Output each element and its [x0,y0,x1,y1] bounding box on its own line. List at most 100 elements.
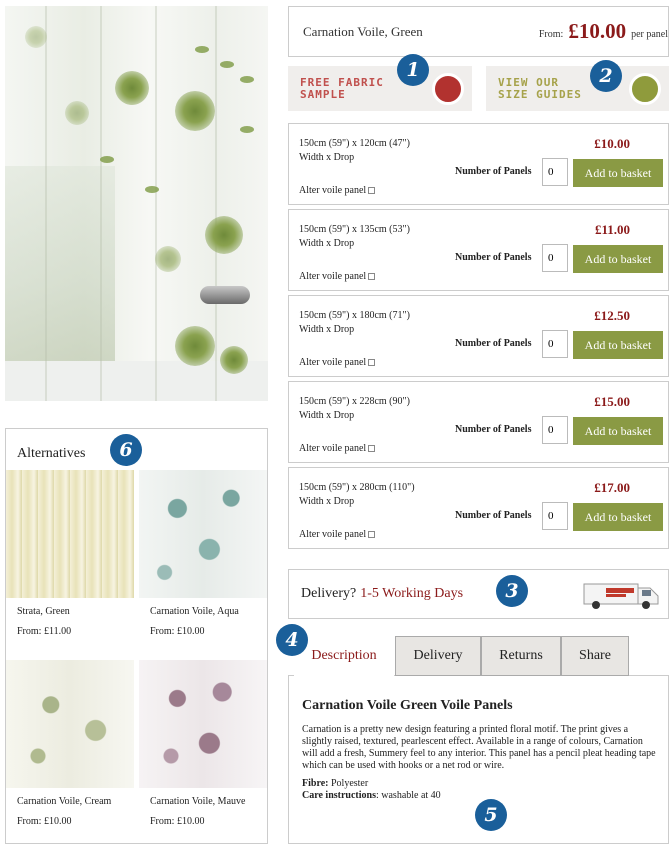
size-dimensions: 150cm (59") x 120cm (47") Width x Drop [299,137,410,165]
width-drop-label: Width x Drop [299,152,355,163]
alternative-item[interactable]: Carnation Voile, Mauve From: £10.00 [139,660,267,827]
size-label: 150cm (59") x 280cm (110") [299,482,415,493]
info-tabs: Description Delivery Returns Share [288,636,669,676]
care-label: Care instructions [302,790,376,801]
size-dimensions: 150cm (59") x 280cm (110") Width x Drop [299,481,415,509]
panel-quantity-input[interactable] [542,502,568,530]
tab-share[interactable]: Share [561,636,629,676]
alternative-name[interactable]: Carnation Voile, Mauve [139,796,267,808]
view-our-label: VIEW OUR [498,75,559,89]
alternative-price: From: £10.00 [150,626,205,637]
alternative-image[interactable] [6,660,134,788]
add-to-basket-button[interactable]: Add to basket [573,417,663,445]
delivery-van-icon [583,583,659,609]
alternative-price: From: £11.00 [17,626,72,637]
alternatives-title: Alternatives [17,446,86,461]
alternative-image[interactable] [139,660,267,788]
step-badge-1: 1 [397,54,429,86]
panel-quantity-input[interactable] [542,330,568,358]
product-name: Carnation Voile, Green [303,23,423,39]
alter-voile-option[interactable]: Alter voile panel [299,443,376,454]
number-of-panels-label: Number of Panels [455,510,532,521]
tape-measure-icon [629,73,661,105]
number-of-panels-label: Number of Panels [455,424,532,435]
delivery-info: Delivery? 1-5 Working Days [288,569,669,619]
per-panel-label: per panel [631,29,668,40]
alternative-item[interactable]: Carnation Voile, Cream From: £10.00 [6,660,134,827]
alter-voile-label: Alter voile panel [299,443,367,454]
fibre-label: Fibre: [302,778,329,789]
size-option-row: 150cm (59") x 120cm (47") Width x Drop Alt… [288,123,669,205]
size-option-row: 150cm (59") x 135cm (53") Width x Drop Alt… [288,209,669,291]
fabric-sample-icon [432,73,464,105]
size-label: 150cm (59") x 180cm (71") [299,310,410,321]
tab-description[interactable]: Description [294,636,394,676]
size-guides-button[interactable]: VIEW OUR SIZE GUIDES [486,66,669,111]
alternative-image[interactable] [139,470,267,598]
description-heading: Carnation Voile Green Voile Panels [302,698,513,713]
size-label: 150cm (59") x 228cm (90") [299,396,410,407]
add-to-basket-button[interactable]: Add to basket [573,159,663,187]
delivery-question: Delivery? [301,586,357,601]
size-dimensions: 150cm (59") x 180cm (71") Width x Drop [299,309,410,337]
fibre-value: Polyester [330,778,369,789]
step-badge-2: 2 [590,60,622,92]
alter-voile-option[interactable]: Alter voile panel [299,271,376,282]
width-drop-label: Width x Drop [299,410,355,421]
alter-voile-label: Alter voile panel [299,271,367,282]
number-of-panels-label: Number of Panels [455,252,532,263]
curtain-holdback [200,286,250,304]
panel-quantity-input[interactable] [542,416,568,444]
free-fabric-label: FREE FABRIC [300,75,384,89]
width-drop-label: Width x Drop [299,238,355,249]
product-image[interactable] [5,6,268,401]
tab-delivery[interactable]: Delivery [395,636,481,676]
size-price: £12.50 [594,308,630,323]
alter-voile-label: Alter voile panel [299,357,367,368]
care-spec: Care instructions: washable at 40 [302,790,656,802]
delivery-days: 1-5 Working Days [360,586,464,601]
alternative-image[interactable] [6,470,134,598]
alternative-name[interactable]: Carnation Voile, Aqua [139,606,267,618]
add-to-basket-button[interactable]: Add to basket [573,245,663,273]
tab-returns[interactable]: Returns [481,636,561,676]
width-drop-label: Width x Drop [299,496,355,507]
step-badge-3: 3 [496,575,528,607]
size-price: £10.00 [594,136,630,151]
alter-voile-label: Alter voile panel [299,529,367,540]
alter-voile-checkbox[interactable] [368,359,376,366]
free-fabric-sample-button[interactable]: FREE FABRIC SAMPLE [288,66,472,111]
alternative-price: From: £10.00 [150,816,205,827]
step-badge-4: 4 [276,624,308,656]
size-price: £11.00 [594,222,630,237]
size-label: 150cm (59") x 120cm (47") [299,138,410,149]
add-to-basket-button[interactable]: Add to basket [573,331,663,359]
width-drop-label: Width x Drop [299,324,355,335]
alternative-item[interactable]: Carnation Voile, Aqua From: £10.00 [139,470,267,637]
alternative-name[interactable]: Strata, Green [6,606,134,618]
alter-voile-checkbox[interactable] [368,445,376,452]
size-option-row: 150cm (59") x 280cm (110") Width x Drop Al… [288,467,669,549]
size-price: £15.00 [594,394,630,409]
panel-quantity-input[interactable] [542,158,568,186]
alter-voile-label: Alter voile panel [299,185,367,196]
alternative-item[interactable]: Strata, Green From: £11.00 [6,470,134,637]
alter-voile-checkbox[interactable] [368,187,376,194]
alter-voile-option[interactable]: Alter voile panel [299,529,376,540]
alternative-price: From: £10.00 [17,816,72,827]
size-label: 150cm (59") x 135cm (53") [299,224,410,235]
alter-voile-checkbox[interactable] [368,531,376,538]
alter-voile-option[interactable]: Alter voile panel [299,185,376,196]
care-value: : washable at 40 [375,790,441,801]
add-to-basket-button[interactable]: Add to basket [573,503,663,531]
alternative-name[interactable]: Carnation Voile, Cream [6,796,134,808]
panel-quantity-input[interactable] [542,244,568,272]
sample-label: SAMPLE [300,87,346,101]
alter-voile-checkbox[interactable] [368,273,376,280]
fibre-spec: Fibre: Polyester [302,778,656,790]
size-option-row: 150cm (59") x 180cm (71") Width x Drop Alt… [288,295,669,377]
step-badge-6: 6 [110,434,142,466]
step-badge-5: 5 [475,799,507,831]
from-label: From: [538,29,564,40]
alter-voile-option[interactable]: Alter voile panel [299,357,376,368]
